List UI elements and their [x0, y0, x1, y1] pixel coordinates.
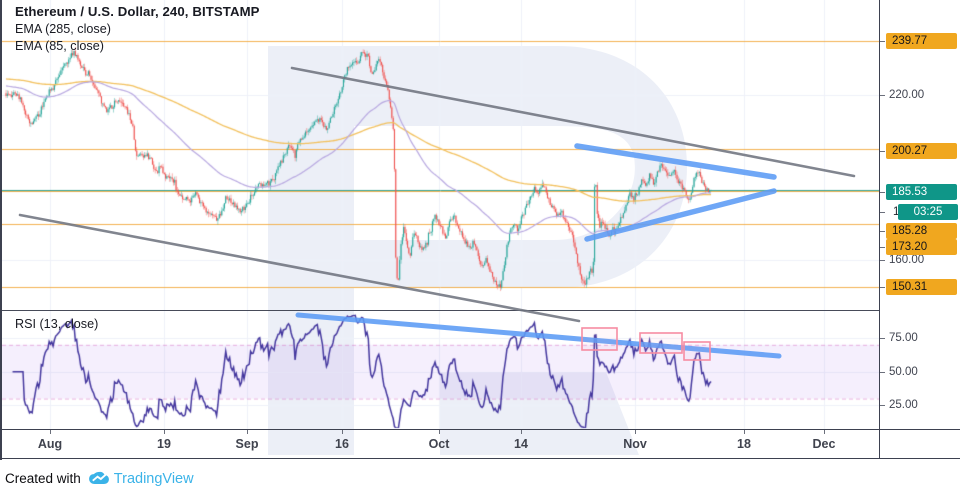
axis-tick-mark	[880, 192, 885, 193]
time-tick-label: 18	[737, 437, 751, 451]
axis-tick-mark	[880, 212, 885, 213]
axis-tick-mark	[880, 95, 885, 96]
level-price-badge: 239.77	[886, 33, 957, 49]
chart-container: Ethereum / U.S. Dollar, 240, BITSTAMP EM…	[0, 0, 960, 460]
chart-legend: Ethereum / U.S. Dollar, 240, BITSTAMP EM…	[15, 4, 260, 53]
axis-tick-mark	[880, 372, 885, 373]
ema285-legend[interactable]: EMA (285, close)	[15, 22, 260, 36]
tradingview-brand-link[interactable]: TradingView	[114, 471, 194, 487]
axis-tick-mark	[880, 151, 885, 152]
time-tick-mark	[824, 430, 825, 434]
time-tick-mark	[439, 430, 440, 434]
axis-price-label: 160.00	[889, 254, 924, 266]
price-axis[interactable]: 220.00 160.00 75.00 50.00 25.00 239.77 200.27 1…	[879, 0, 960, 459]
tradingview-chart-page: Ethereum / U.S. Dollar, 240, BITSTAMP EM…	[0, 0, 960, 497]
level-price-badge: 173.20	[886, 239, 957, 255]
level-price-badge: 200.27	[886, 143, 957, 159]
pane-separator[interactable]	[2, 310, 960, 311]
symbol-title: Ethereum / U.S. Dollar, 240, BITSTAMP	[15, 4, 260, 19]
ema85-legend[interactable]: EMA (85, close)	[15, 39, 260, 53]
axis-tick-mark	[880, 231, 885, 232]
level-price-badge: 150.31	[886, 279, 957, 295]
tradingview-logo-icon[interactable]	[88, 471, 110, 486]
time-tick-label: Aug	[38, 437, 62, 451]
time-tick-mark	[247, 430, 248, 434]
time-tick-label: 19	[157, 437, 171, 451]
created-with-text: Created with	[5, 471, 81, 486]
time-axis[interactable]: Aug 19 Sep 16 Oct 14 Nov 18 Dec	[2, 429, 960, 459]
time-tick-mark	[744, 430, 745, 434]
bar-countdown-badge: 03:25	[898, 204, 958, 220]
axis-tick-mark	[880, 247, 885, 248]
axis-tick-mark	[880, 260, 885, 261]
time-tick-mark	[50, 430, 51, 434]
time-tick-mark	[635, 430, 636, 434]
time-tick-label: Dec	[813, 437, 836, 451]
axis-tick-mark	[880, 287, 885, 288]
axis-price-label: 220.00	[889, 89, 924, 101]
time-tick-label: Sep	[236, 437, 259, 451]
time-tick-label: Nov	[623, 437, 647, 451]
level-price-badge: 185.28	[886, 223, 957, 239]
last-price-badge: 185.53	[886, 184, 957, 200]
time-tick-label: 16	[335, 437, 349, 451]
axis-tick-mark	[880, 405, 885, 406]
axis-tick-mark	[880, 41, 885, 42]
axis-price-label: 50.00	[889, 366, 918, 378]
axis-tick-mark	[880, 338, 885, 339]
axis-price-label: 25.00	[889, 399, 918, 411]
axis-price-label: 75.00	[889, 332, 918, 344]
time-tick-mark	[164, 430, 165, 434]
time-tick-mark	[521, 430, 522, 434]
time-tick-label: 14	[514, 437, 528, 451]
time-tick-label: Oct	[429, 437, 450, 451]
time-tick-mark	[342, 430, 343, 434]
rsi-legend[interactable]: RSI (13, close)	[15, 317, 98, 331]
price-rsi-chart-canvas[interactable]	[2, 0, 879, 459]
attribution-footer: Created with TradingView	[0, 460, 960, 497]
